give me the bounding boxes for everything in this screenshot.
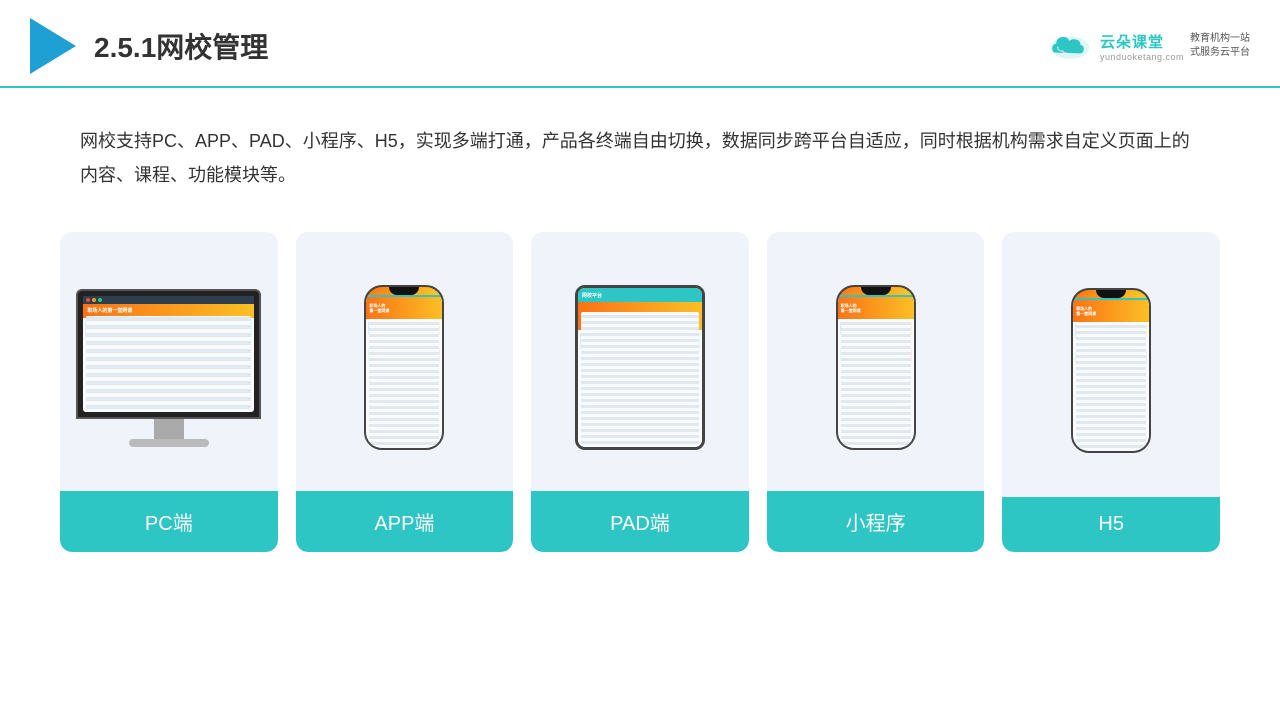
- description-text: 网校支持PC、APP、PAD、小程序、H5，实现多端打通，产品各终端自由切换，数…: [80, 124, 1200, 192]
- logo-triangle-icon: [30, 18, 76, 74]
- card-pad-image: 网校平台 职场人的第一堂网课: [531, 232, 749, 491]
- card-miniprogram-label: 小程序: [767, 491, 985, 552]
- page-title: 2.5.1网校管理: [94, 26, 268, 66]
- card-h5-image: 职场人的第一堂网课: [1002, 232, 1220, 497]
- h5-phone-icon: 职场人的第一堂网课: [1071, 288, 1151, 453]
- card-h5-label: H5: [1002, 497, 1220, 552]
- header: 2.5.1网校管理 云朵课堂 yunduoketang.com 教育机构一站式服…: [0, 0, 1280, 88]
- brand-slogan: 教育机构一站式服务云平台: [1190, 32, 1250, 60]
- card-app: 职场人的第一堂网课: [296, 232, 514, 552]
- card-miniprogram: 职场人的第一堂网课: [767, 232, 985, 552]
- cards-container: 职场人的第一堂网课: [0, 212, 1280, 582]
- card-miniprogram-image: 职场人的第一堂网课: [767, 232, 985, 491]
- card-pad: 网校平台 职场人的第一堂网课: [531, 232, 749, 552]
- header-left: 2.5.1网校管理: [30, 18, 268, 74]
- card-pc: 职场人的第一堂网课: [60, 232, 278, 552]
- card-pc-image: 职场人的第一堂网课: [60, 232, 278, 491]
- cloud-icon: [1046, 30, 1094, 62]
- description: 网校支持PC、APP、PAD、小程序、H5，实现多端打通，产品各终端自由切换，数…: [0, 88, 1280, 212]
- card-app-label: APP端: [296, 491, 514, 552]
- brand-name: 云朵课堂: [1100, 31, 1164, 52]
- brand-text: 云朵课堂 yunduoketang.com: [1100, 31, 1184, 62]
- card-h5: 职场人的第一堂网课: [1002, 232, 1220, 552]
- pc-monitor-icon: 职场人的第一堂网课: [76, 289, 261, 447]
- card-app-image: 职场人的第一堂网课: [296, 232, 514, 491]
- brand-url: yunduoketang.com: [1100, 52, 1184, 62]
- app-phone-icon: 职场人的第一堂网课: [364, 285, 444, 450]
- card-pc-label: PC端: [60, 491, 278, 552]
- miniprogram-phone-icon: 职场人的第一堂网课: [836, 285, 916, 450]
- brand-logo: 云朵课堂 yunduoketang.com 教育机构一站式服务云平台: [1046, 30, 1250, 62]
- card-pad-label: PAD端: [531, 491, 749, 552]
- pad-tablet-icon: 网校平台 职场人的第一堂网课: [575, 285, 705, 450]
